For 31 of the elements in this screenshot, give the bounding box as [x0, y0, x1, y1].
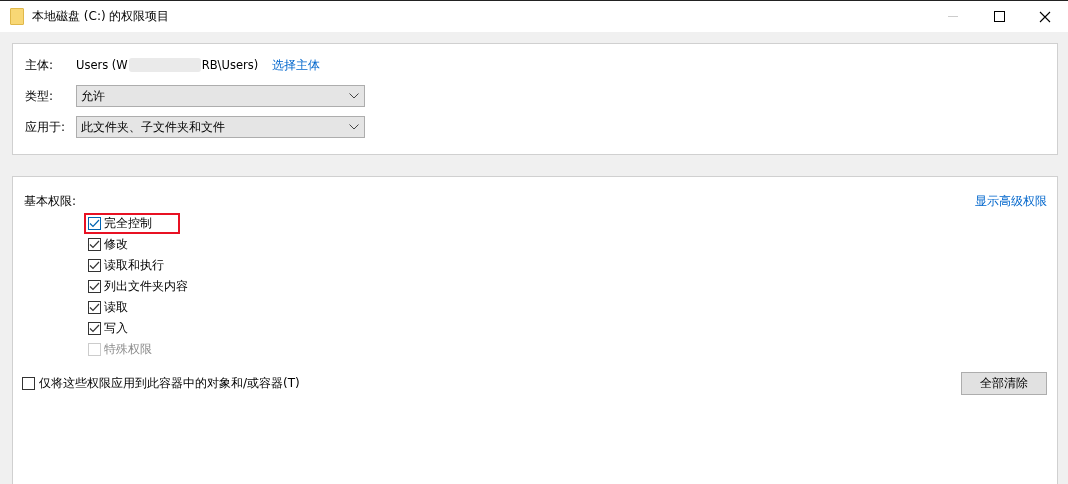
- checkbox[interactable]: [22, 377, 35, 390]
- checkbox-label: 读取和执行: [104, 257, 164, 274]
- field-label: 类型:: [25, 87, 55, 105]
- checkbox[interactable]: [88, 217, 101, 230]
- dropdown[interactable]: 此文件夹、子文件夹和文件: [76, 116, 365, 138]
- section-label: 基本权限:: [24, 192, 77, 210]
- checkbox-label: 特殊权限: [104, 341, 152, 358]
- checkbox[interactable]: [88, 301, 101, 314]
- checkbox[interactable]: [88, 259, 101, 272]
- principal-name: RB\Users): [201, 58, 259, 72]
- checkbox-label: 修改: [104, 236, 128, 253]
- dropdown[interactable]: 允许: [76, 85, 365, 107]
- checkbox-label: 完全控制: [104, 215, 152, 232]
- field-label: 应用于:: [25, 118, 67, 136]
- advanced-permissions-link[interactable]: 显示高级权限: [975, 192, 1047, 210]
- chevron-down-icon: [349, 93, 359, 99]
- checkbox-label: 列出文件夹内容: [104, 278, 188, 295]
- close-icon: [1039, 10, 1051, 23]
- chevron-down-icon: [349, 124, 359, 130]
- principal-name: Users (W: [76, 58, 128, 72]
- checkbox[interactable]: [88, 238, 101, 251]
- checkbox-label: 写入: [104, 320, 128, 337]
- clear-all-button[interactable]: 全部清除: [961, 372, 1047, 395]
- checkbox-label: 读取: [104, 299, 128, 316]
- checkbox-label: 仅将这些权限应用到此容器中的对象和/或容器(T): [39, 375, 300, 392]
- select-principal-link[interactable]: 选择主体: [272, 56, 321, 74]
- window-title: 本地磁盘 (C:) 的权限项目: [32, 8, 170, 25]
- checkbox[interactable]: [88, 322, 101, 335]
- field-label: 主体:: [25, 56, 55, 74]
- checkbox[interactable]: [88, 280, 101, 293]
- folder-icon: [10, 8, 24, 25]
